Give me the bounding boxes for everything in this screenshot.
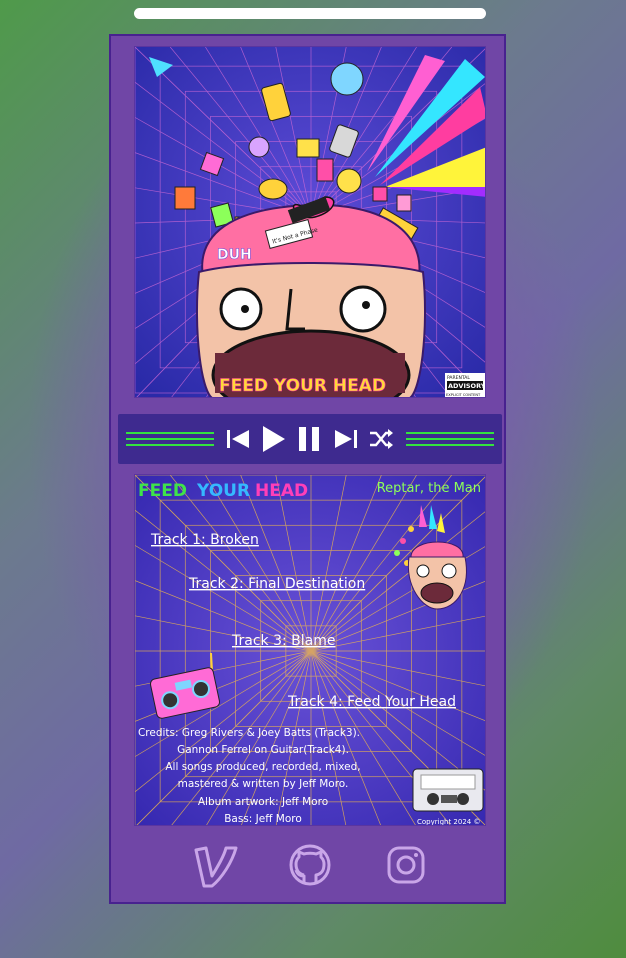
skip-next-icon (335, 430, 357, 448)
next-button[interactable] (330, 414, 362, 464)
advisory-top: PARENTAL (447, 375, 470, 381)
vimeo-icon (194, 846, 238, 888)
equalizer-right (406, 414, 496, 464)
advisory-main: ADVISORY (448, 382, 486, 390)
advisory-bottom: EXPLICIT CONTENT (446, 393, 481, 397)
track-1[interactable]: Track 1: Broken (150, 532, 259, 548)
shuffle-icon (370, 429, 393, 449)
shuffle-button[interactable] (366, 414, 396, 464)
track-4[interactable]: Track 4: Feed Your Head (287, 694, 456, 710)
back-title-head: HEAD (255, 481, 308, 501)
back-title-feed: FEED (138, 481, 187, 501)
top-progress-bar[interactable] (134, 8, 486, 19)
github-link[interactable] (287, 842, 333, 888)
instagram-icon (387, 846, 425, 884)
credit-line-1: Credits: Greg Rivers & Joey Batts (Track… (138, 727, 360, 739)
back-artist: Reptar, the Man (377, 481, 481, 496)
cover-title: FEED YOUR HEAD (219, 376, 386, 396)
credit-line-5: Album artwork: Jeff Moro (198, 796, 328, 808)
credit-line-2: Gannon Ferrel on Guitar(Track4). (177, 744, 349, 756)
copyright: Copyright 2024 © (417, 818, 480, 826)
credit-line-4: mastered & written by Jeff Moro. (178, 778, 349, 790)
credit-line-3: All songs produced, recorded, mixed, (165, 761, 360, 773)
instagram-link[interactable] (383, 842, 429, 888)
pause-icon (299, 427, 319, 451)
album-back-cover: FEED YOUR HEAD Reptar, the Man Track 1: … (134, 474, 486, 826)
previous-button[interactable] (222, 414, 254, 464)
pause-button[interactable] (294, 414, 324, 464)
back-title-your: YOUR (196, 481, 250, 501)
github-icon (289, 844, 331, 886)
equalizer-left (126, 414, 216, 464)
player-controls (118, 414, 502, 464)
track-3[interactable]: Track 3: Blame (231, 633, 335, 649)
cassette-icon (412, 768, 484, 812)
album-cover-art: It's Not a Phase DUH FEED YOUR HEAD PARE… (134, 46, 486, 398)
vimeo-link[interactable] (192, 842, 238, 888)
credit-line-6: Bass: Jeff Moro (224, 813, 302, 825)
play-button[interactable] (256, 414, 290, 464)
track-2[interactable]: Track 2: Final Destination (188, 576, 365, 592)
skip-previous-icon (227, 430, 249, 448)
cap-text: DUH (217, 247, 252, 263)
play-icon (263, 426, 285, 452)
